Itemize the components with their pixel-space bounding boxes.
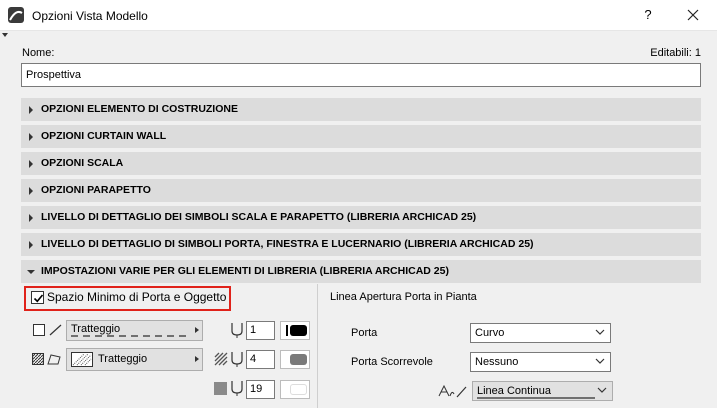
line-type-select-value: Linea Continua: [477, 385, 552, 397]
pen-color-fill-bg[interactable]: [280, 380, 310, 399]
chevron-right-icon: [195, 356, 199, 362]
chevron-right-icon: [29, 160, 33, 168]
section-title: LIVELLO DI DETTAGLIO DEI SIMBOLI SCALA E…: [41, 211, 477, 223]
fill-type-value: Tratteggio: [98, 353, 148, 365]
chevron-right-icon: [29, 214, 33, 222]
checkbox-checked-icon: [33, 294, 44, 303]
porta-select[interactable]: Curvo: [470, 323, 611, 343]
line-type-value: Tratteggio: [71, 323, 121, 335]
chevron-right-icon: [29, 106, 33, 114]
section-title: LIVELLO DI DETTAGLIO DI SIMBOLI PORTA, F…: [41, 238, 534, 250]
section-title: OPZIONI ELEMENTO DI COSTRUZIONE: [41, 103, 238, 115]
hatch-pattern-icon: [71, 352, 93, 367]
window-title: Opzioni Vista Modello: [32, 9, 148, 23]
solid-line-icon: [477, 397, 595, 399]
porta-scorrevole-label: Porta Scorrevole: [351, 356, 433, 368]
section-title: OPZIONI CURTAIN WALL: [41, 130, 167, 142]
chevron-down-icon: [595, 329, 605, 335]
chevron-right-icon: [195, 327, 199, 333]
fill-type-selector[interactable]: Tratteggio: [66, 348, 203, 371]
section-title: IMPOSTAZIONI VARIE PER GLI ELEMENTI DI L…: [41, 265, 449, 277]
chevron-right-icon: [29, 187, 33, 195]
column-divider: [317, 284, 318, 408]
section-railing-options[interactable]: OPZIONI PARAPETTO: [21, 179, 701, 202]
pen-icon: [231, 323, 243, 338]
fill-background-icon: [214, 382, 227, 395]
help-button[interactable]: ?: [634, 2, 662, 28]
chevron-down-icon: [27, 270, 35, 274]
dropdown-arrow-icon: [2, 33, 8, 37]
section-stair-railing-detail[interactable]: LIVELLO DI DETTAGLIO DEI SIMBOLI SCALA E…: [21, 206, 701, 229]
title-bar: Opzioni Vista Modello ?: [0, 0, 717, 31]
door-clearance-label[interactable]: Spazio Minimo di Porta e Oggetto: [47, 290, 226, 304]
fill-icon: [32, 353, 61, 365]
archicad-app-icon: [8, 7, 24, 23]
line-type-selector[interactable]: Tratteggio: [66, 320, 203, 341]
line-icon: [33, 324, 62, 336]
close-button[interactable]: [676, 2, 710, 28]
door-clearance-checkbox[interactable]: [31, 291, 44, 304]
chevron-down-icon: [597, 387, 607, 393]
pen-icon: [231, 381, 243, 396]
section-library-misc-settings[interactable]: IMPOSTAZIONI VARIE PER GLI ELEMENTI DI L…: [21, 260, 701, 283]
section-curtain-wall-options[interactable]: OPZIONI CURTAIN WALL: [21, 125, 701, 148]
pen-number-fill-fg[interactable]: 4: [246, 350, 275, 369]
porta-label: Porta: [351, 327, 378, 339]
porta-value: Curvo: [475, 327, 505, 339]
nome-label: Nome:: [22, 47, 55, 59]
close-icon: [687, 9, 699, 21]
editable-count: Editabili: 1: [650, 47, 701, 59]
dashed-line-icon: [71, 335, 189, 337]
chevron-down-icon: [595, 358, 605, 364]
pen-icon: [231, 352, 243, 367]
chevron-right-icon: [29, 241, 33, 249]
nome-field[interactable]: [21, 63, 701, 87]
section-title: OPZIONI SCALA: [41, 157, 124, 169]
pen-color-fill-fg[interactable]: [280, 350, 310, 369]
section-title: OPZIONI PARAPETTO: [41, 184, 151, 196]
line-type-icon: [438, 384, 467, 398]
pen-number-fill-bg[interactable]: 19: [246, 380, 275, 399]
porta-scorrevole-select[interactable]: Nessuno: [470, 352, 611, 372]
porta-scorrevole-value: Nessuno: [475, 356, 519, 368]
line-type-select[interactable]: Linea Continua: [472, 381, 613, 401]
pen-number-line[interactable]: 1: [246, 321, 275, 340]
door-opening-title: Linea Apertura Porta in Pianta: [330, 291, 477, 303]
chevron-right-icon: [29, 133, 33, 141]
fill-foreground-icon: [214, 352, 228, 366]
section-building-element-options[interactable]: OPZIONI ELEMENTO DI COSTRUZIONE: [21, 98, 701, 121]
section-door-window-detail[interactable]: LIVELLO DI DETTAGLIO DI SIMBOLI PORTA, F…: [21, 233, 701, 256]
section-stair-options[interactable]: OPZIONI SCALA: [21, 152, 701, 175]
pen-color-line[interactable]: [280, 321, 310, 340]
